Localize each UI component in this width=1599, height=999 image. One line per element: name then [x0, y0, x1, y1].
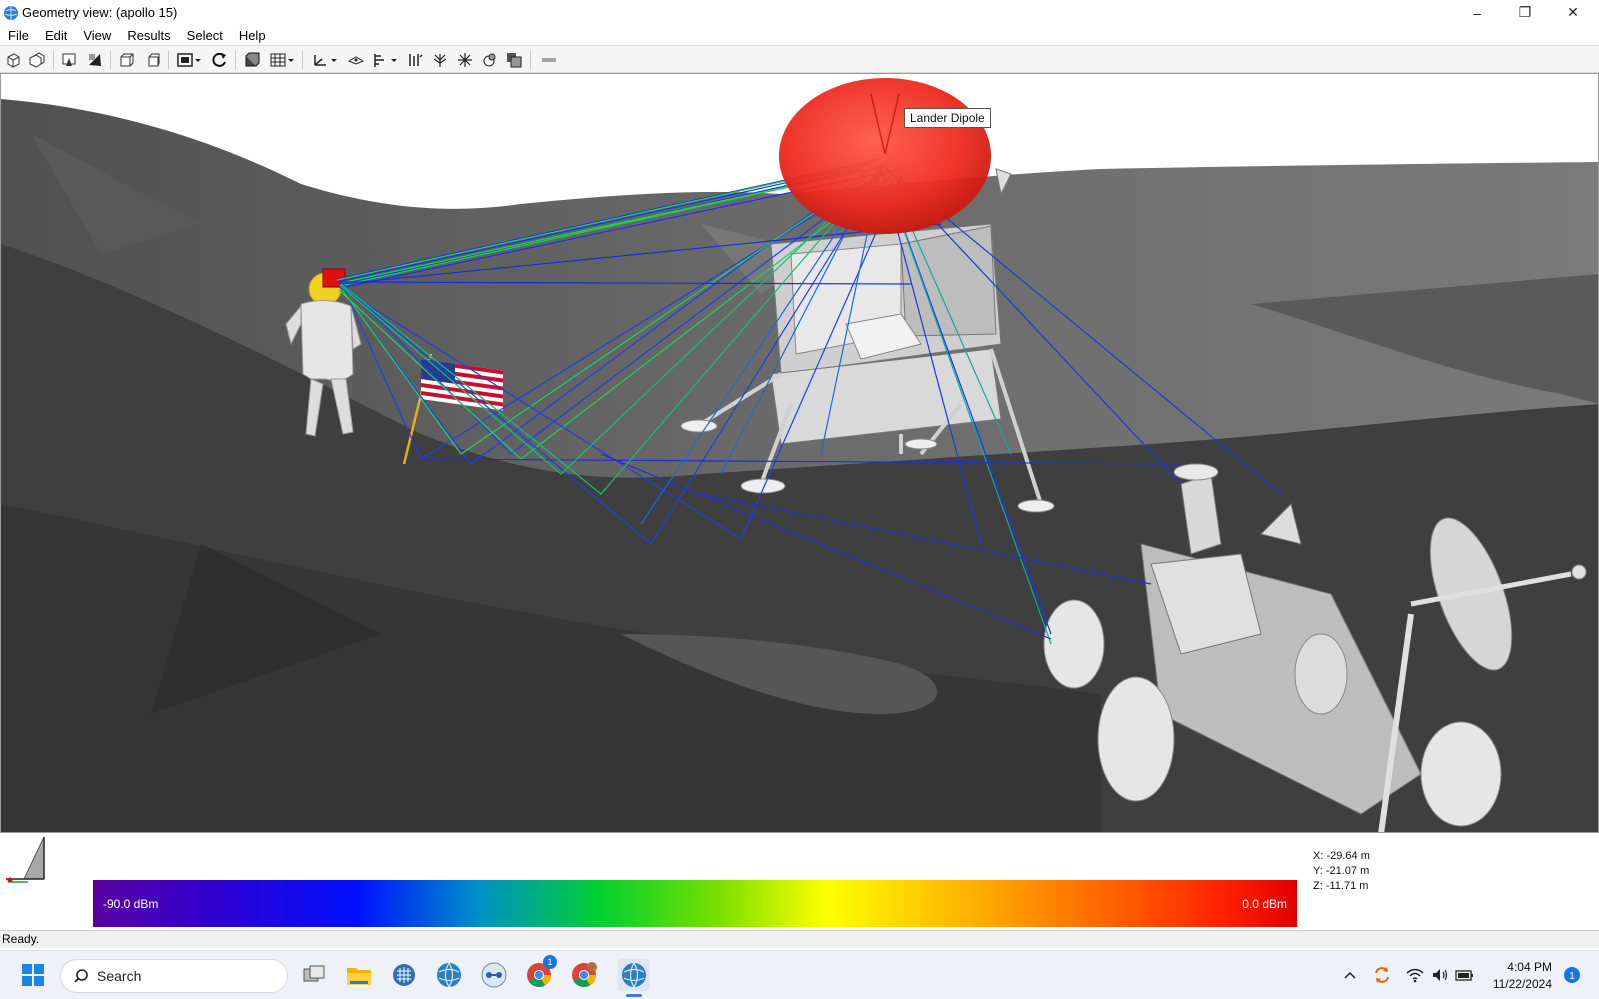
app-globe-icon	[4, 5, 18, 20]
menu-edit[interactable]: Edit	[37, 28, 75, 43]
orientation-axes-icon	[6, 836, 45, 883]
camera-dropdown-icon[interactable]	[174, 49, 204, 71]
globe-app-icon[interactable]	[433, 959, 465, 991]
perspective-view-icon[interactable]	[58, 49, 80, 71]
minimize-button[interactable]: –	[1454, 0, 1500, 25]
task-view-icon[interactable]	[298, 959, 330, 991]
svg-text:1: 1	[1569, 971, 1575, 982]
colorbar-min-label: -90.0 dBm	[103, 897, 159, 911]
chrome-icon[interactable]: 1	[523, 955, 557, 991]
chrome-profile-icon[interactable]	[568, 959, 600, 991]
network-app-icon[interactable]	[478, 959, 510, 991]
taskbar: Search 1 4:04 PM 11/22/2024 1	[0, 950, 1599, 999]
burst-icon[interactable]	[454, 49, 476, 71]
lander-dipole-pattern	[779, 78, 991, 234]
app-grid-icon[interactable]	[388, 959, 420, 991]
globe-tool-icon[interactable]	[478, 49, 500, 71]
axes-dropdown-icon[interactable]	[310, 49, 340, 71]
volume-icon[interactable]	[1430, 965, 1450, 985]
geometry-app-taskbar-icon[interactable]	[618, 959, 650, 991]
menu-view[interactable]: View	[75, 28, 119, 43]
active-app-indicator	[626, 994, 642, 997]
start-button[interactable]	[17, 959, 49, 991]
colorbar-max-label: 0.0 dBm	[1242, 897, 1287, 911]
transmitter-dropdown-icon[interactable]	[370, 49, 400, 71]
battery-icon[interactable]	[1455, 965, 1475, 985]
receiver-icon[interactable]	[404, 49, 426, 71]
antenna-icon[interactable]	[429, 49, 451, 71]
legend-area: -90.0 dBm 0.0 dBm X: -29.64 m Y: -21.07 …	[0, 833, 1599, 930]
coord-z: Z: -11.71 m	[1313, 880, 1369, 892]
restore-button[interactable]: ❐	[1502, 0, 1548, 25]
lander-dipole-tooltip: Lander Dipole	[904, 108, 991, 128]
chrome-badge: 1	[543, 955, 557, 969]
search-icon	[74, 969, 88, 983]
menu-bar: File Edit View Results Select Help	[0, 25, 1599, 45]
new-project-icon[interactable]	[2, 49, 24, 71]
taskbar-search[interactable]: Search	[60, 959, 288, 993]
clock-date: 11/22/2024	[1492, 977, 1552, 991]
open-project-icon[interactable]	[26, 49, 48, 71]
shaded-view-icon[interactable]	[84, 49, 106, 71]
cursor-coordinates: X: -29.64 m Y: -21.07 m Z: -11.71 m	[1313, 849, 1370, 894]
plane-icon[interactable]	[345, 49, 367, 71]
clock-time: 4:04 PM	[1507, 960, 1552, 974]
title-bar: Geometry view: (apollo 15) – ❐ ✕	[0, 0, 1599, 25]
signal-colorbar: -90.0 dBm 0.0 dBm	[93, 880, 1297, 927]
toolbar-grip-icon[interactable]	[538, 49, 560, 71]
menu-results[interactable]: Results	[119, 28, 178, 43]
scene-render[interactable]	[1, 74, 1599, 833]
file-explorer-icon[interactable]	[343, 959, 375, 991]
box-view-icon[interactable]	[116, 49, 138, 71]
windows-logo-icon	[22, 964, 44, 986]
sync-icon[interactable]	[1372, 965, 1392, 985]
toolbar	[0, 45, 1599, 73]
status-bar: Ready.	[0, 930, 1599, 948]
menu-help[interactable]: Help	[231, 28, 274, 43]
coord-y: Y: -21.07 m	[1313, 865, 1370, 877]
notification-icon[interactable]: 1	[1562, 965, 1582, 985]
box-side-view-icon[interactable]	[142, 49, 164, 71]
close-button[interactable]: ✕	[1550, 0, 1596, 25]
coord-x: X: -29.64 m	[1313, 850, 1370, 862]
menu-select[interactable]: Select	[179, 28, 231, 43]
menu-file[interactable]: File	[0, 28, 37, 43]
wifi-icon[interactable]	[1405, 965, 1425, 985]
window-title: Geometry view: (apollo 15)	[22, 5, 178, 20]
chevron-up-icon[interactable]	[1340, 965, 1360, 985]
refresh-icon[interactable]	[209, 49, 231, 71]
layers-icon[interactable]	[503, 49, 525, 71]
search-label: Search	[97, 968, 142, 984]
solid-render-icon[interactable]	[241, 49, 263, 71]
grid-dropdown-icon[interactable]	[267, 49, 297, 71]
system-clock[interactable]: 4:04 PM 11/22/2024	[1480, 959, 1552, 993]
geometry-viewport[interactable]: Lander Dipole	[0, 73, 1599, 833]
